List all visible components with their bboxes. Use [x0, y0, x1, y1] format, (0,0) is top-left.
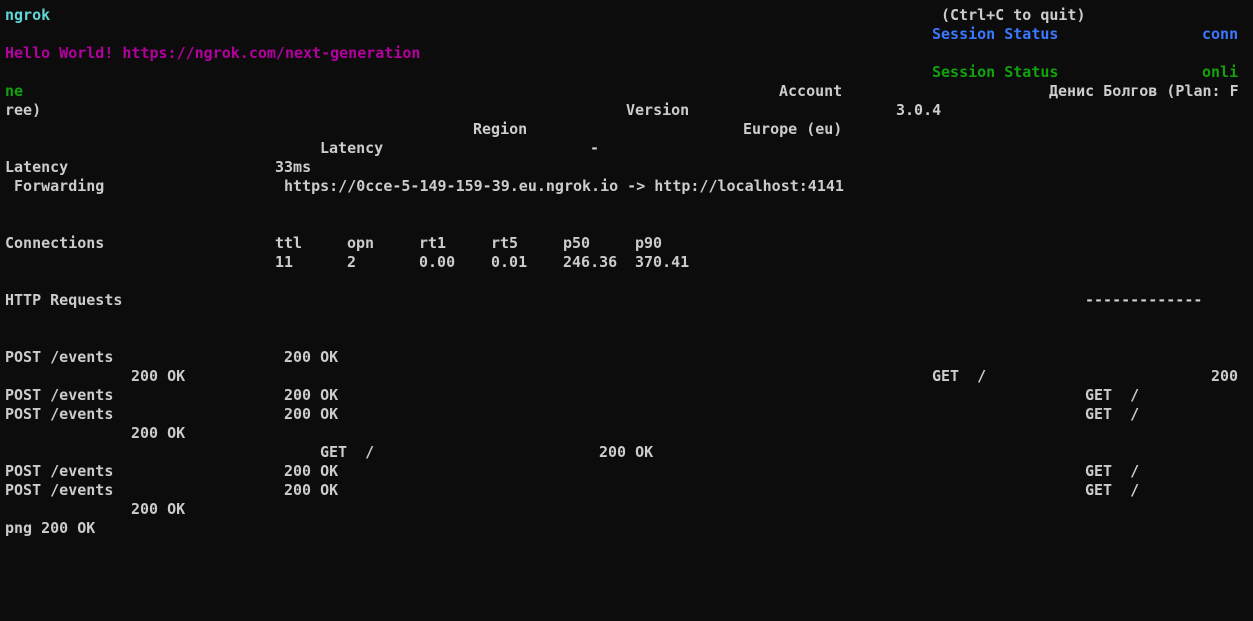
request-method-path: GET /	[1085, 386, 1140, 404]
connections-header-opn: opn	[347, 234, 375, 252]
request-method-path: GET /	[1085, 405, 1140, 423]
request-status: 200 OK	[131, 500, 186, 518]
http-requests-divider: -------------	[1085, 291, 1203, 309]
request-method-path: GET /	[1085, 481, 1140, 499]
forwarding-value: https://0cce-5-149-159-39.eu.ngrok.io ->…	[284, 177, 844, 195]
connections-value-rt1: 0.00	[419, 253, 456, 271]
quit-hint: (Ctrl+C to quit)	[941, 6, 1086, 24]
account-value-wrap: ree)	[5, 101, 42, 119]
connections-header-rt5: rt5	[491, 234, 519, 252]
http-requests-label: HTTP Requests	[5, 291, 123, 309]
connections-value-p50: 246.36	[563, 253, 618, 271]
forwarding-label: Forwarding	[5, 177, 105, 195]
request-method-path: POST /events	[5, 348, 114, 366]
request-method-path: GET /	[932, 367, 987, 385]
request-status: 200 OK	[284, 481, 339, 499]
announcement-text: Hello World! https://ngrok.com/next-gene…	[5, 44, 421, 62]
request-status: 200 OK	[284, 386, 339, 404]
latency-value: -	[590, 139, 600, 157]
account-label: Account	[779, 82, 843, 100]
terminal-window[interactable]: ngrok (Ctrl+C to quit) Session Status co…	[0, 0, 1253, 621]
request-status: 200 OK	[599, 443, 654, 461]
connections-header-p90: p90	[635, 234, 663, 252]
request-status: 200 OK	[284, 348, 339, 366]
app-name: ngrok	[5, 6, 51, 24]
session-status-label: Session Status	[932, 25, 1059, 43]
request-status: 200 OK	[131, 424, 186, 442]
connections-value-p90: 370.41	[635, 253, 690, 271]
session-status-value-2-wrap: ne	[5, 82, 24, 100]
request-method-path: POST /events	[5, 462, 114, 480]
request-method-path: POST /events	[5, 386, 114, 404]
request-wrapped-line: png 200 OK	[5, 519, 96, 537]
connections-label: Connections	[5, 234, 105, 252]
request-method-path: POST /events	[5, 481, 114, 499]
account-value: Денис Болгов (Plan: F	[1049, 82, 1239, 100]
connections-value-opn: 2	[347, 253, 357, 271]
request-method-path: GET /	[320, 443, 375, 461]
connections-header-ttl: ttl	[275, 234, 303, 252]
version-value: 3.0.4	[896, 101, 942, 119]
session-status-label-2: Session Status	[932, 63, 1059, 81]
connections-header-p50: p50	[563, 234, 591, 252]
version-label: Version	[626, 101, 690, 119]
request-status: 200 OK	[284, 462, 339, 480]
region-value: Europe (eu)	[743, 120, 843, 138]
request-status: 200 OK	[131, 367, 186, 385]
session-status-value: conn	[1202, 25, 1239, 43]
latency-label-2: Latency	[5, 158, 69, 176]
session-status-value-2: onli	[1202, 63, 1239, 81]
latency-label: Latency	[320, 139, 384, 157]
request-method-path: GET /	[1085, 462, 1140, 480]
request-status: 200	[1211, 367, 1239, 385]
region-label: Region	[473, 120, 528, 138]
latency-value-2: 33ms	[275, 158, 312, 176]
request-status: 200 OK	[284, 405, 339, 423]
request-method-path: POST /events	[5, 405, 114, 423]
connections-header-rt1: rt1	[419, 234, 447, 252]
connections-value-ttl: 11	[275, 253, 294, 271]
connections-value-rt5: 0.01	[491, 253, 528, 271]
